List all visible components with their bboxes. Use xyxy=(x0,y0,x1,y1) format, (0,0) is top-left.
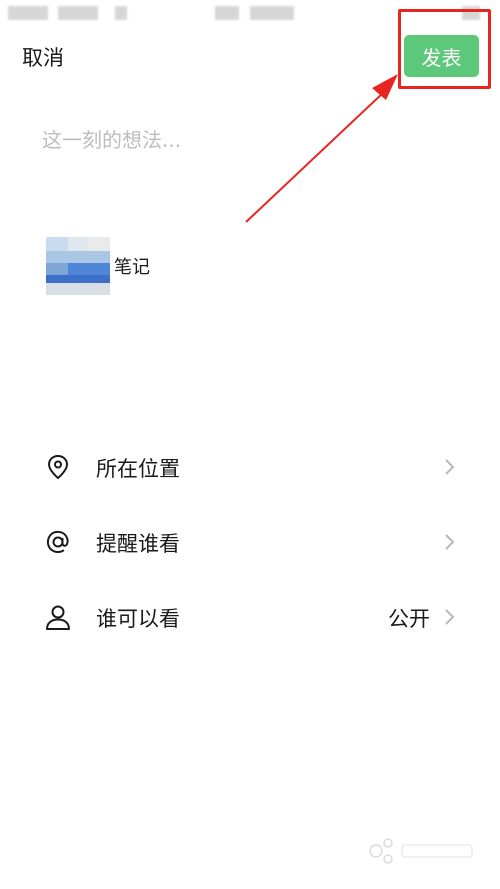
chevron-right-icon xyxy=(445,534,455,550)
watermark-logo xyxy=(369,838,473,864)
status-blur xyxy=(215,6,239,20)
visibility-value: 公开 xyxy=(388,607,430,631)
status-blur xyxy=(115,6,127,20)
option-label: 提醒谁看 xyxy=(96,532,180,556)
compose-input[interactable] xyxy=(42,120,462,160)
status-blur xyxy=(58,6,98,20)
publish-button[interactable]: 发表 xyxy=(404,35,479,77)
cancel-button[interactable]: 取消 xyxy=(22,42,64,72)
chevron-right-icon xyxy=(445,459,455,475)
person-icon xyxy=(46,605,70,630)
chevron-right-icon xyxy=(445,609,455,625)
option-visibility[interactable]: 谁可以看 公开 xyxy=(0,587,500,647)
attachment-thumbnail[interactable] xyxy=(46,237,110,295)
attachment-label: 笔记 xyxy=(114,257,150,278)
status-blur xyxy=(250,6,294,20)
option-location[interactable]: 所在位置 xyxy=(0,437,500,497)
option-label: 所在位置 xyxy=(96,457,180,481)
status-blur xyxy=(8,6,48,20)
at-sign-icon xyxy=(46,530,69,554)
option-label: 谁可以看 xyxy=(96,607,180,631)
option-remind[interactable]: 提醒谁看 xyxy=(0,512,500,572)
location-pin-icon xyxy=(47,454,69,480)
